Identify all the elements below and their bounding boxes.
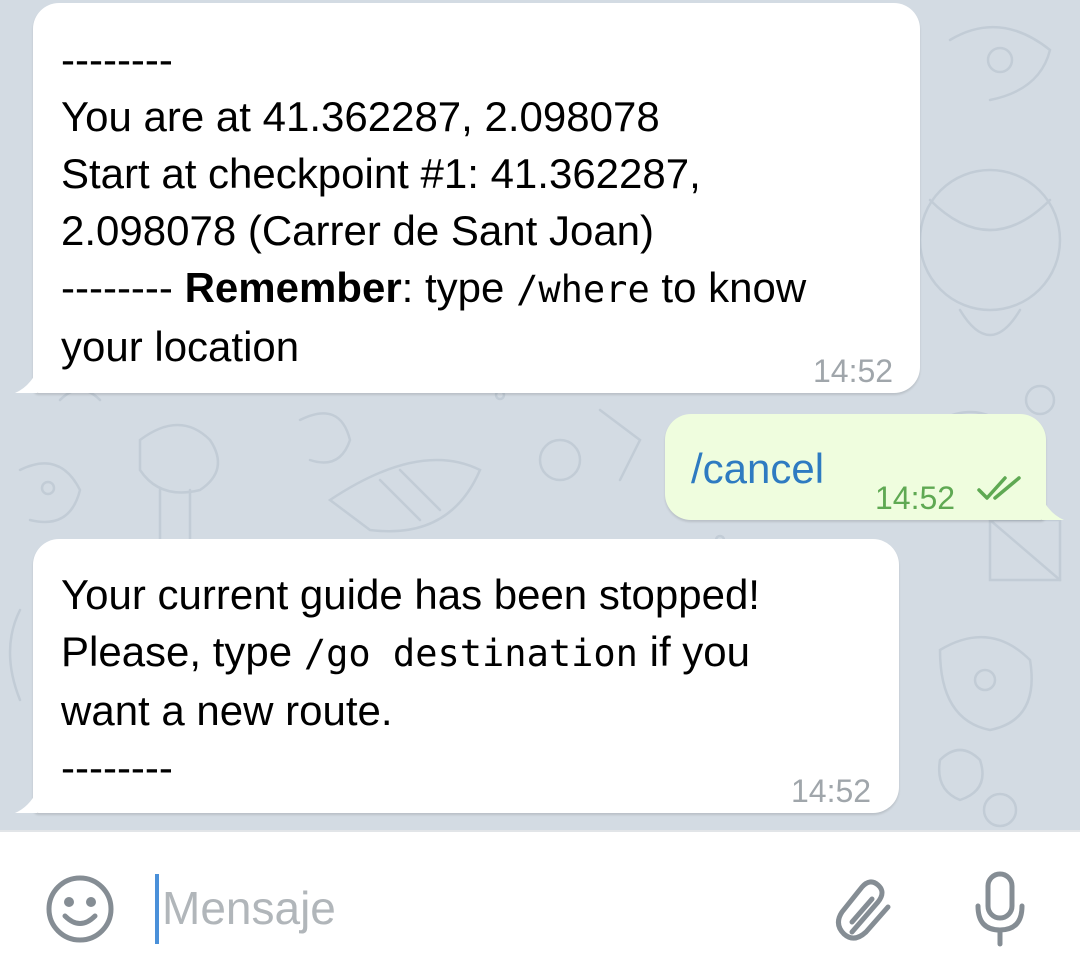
remember-line: -------- Remember: type /where to know [61, 259, 806, 318]
read-double-check-icon [977, 476, 1021, 500]
microphone-icon [975, 871, 1025, 947]
remember-bold: Remember [184, 264, 402, 311]
incoming-message-bubble[interactable]: -------- You are at 41.362287, 2.098078 … [15, 3, 920, 393]
emoji-button[interactable] [44, 873, 116, 945]
message-timestamp: 14:52 [791, 773, 872, 809]
location-value: 41.362287, 2.098078 [262, 93, 660, 140]
guide-stopped-line: Your current guide has been stopped! [61, 571, 760, 618]
bubble-tail [15, 371, 37, 393]
remember-tail: to know [649, 264, 807, 311]
checkpoint-line-1: Start at checkpoint #1: 41.362287, [61, 150, 701, 197]
message-timestamp: 14:52 [813, 353, 894, 389]
microphone-button[interactable] [970, 870, 1030, 948]
go-destination-command[interactable]: /go destination [304, 632, 638, 675]
separator-inline: -------- [61, 264, 185, 311]
new-route-line-2: want a new route. [61, 687, 393, 734]
outgoing-message-bubble[interactable]: /cancel 14:52 [665, 414, 1064, 520]
separator-text: -------- [61, 36, 173, 83]
incoming-message-bubble[interactable]: Your current guide has been stopped! Ple… [15, 539, 899, 813]
location-prefix: You are at [61, 93, 263, 140]
bubble-tail [1042, 498, 1064, 520]
remember-text: : type [401, 264, 517, 311]
please-suffix: if you [637, 628, 751, 675]
new-route-line: Please, type /go destination if you [61, 623, 760, 682]
chat-area[interactable]: -------- You are at 41.362287, 2.098078 … [0, 0, 1080, 832]
paperclip-icon [836, 879, 891, 941]
checkpoint-line-2: 2.098078 (Carrer de Sant Joan) [61, 207, 655, 254]
message-input-placeholder: Mensaje [162, 882, 336, 934]
message-input-bar: Mensaje [0, 832, 1080, 980]
bubble-tail [15, 791, 37, 813]
smiley-icon [46, 875, 114, 943]
please-prefix: Please, type [61, 628, 304, 675]
text-caret [155, 874, 159, 944]
remember-line-2: your location [61, 323, 300, 370]
separator-text: -------- [61, 744, 173, 791]
location-line: You are at 41.362287, 2.098078 [61, 88, 806, 145]
message-timestamp: 14:52 [875, 480, 956, 516]
attach-button[interactable] [832, 872, 896, 946]
message-input[interactable]: Mensaje [150, 832, 810, 980]
where-command[interactable]: /where [516, 268, 650, 311]
cancel-command[interactable]: /cancel [691, 440, 824, 497]
